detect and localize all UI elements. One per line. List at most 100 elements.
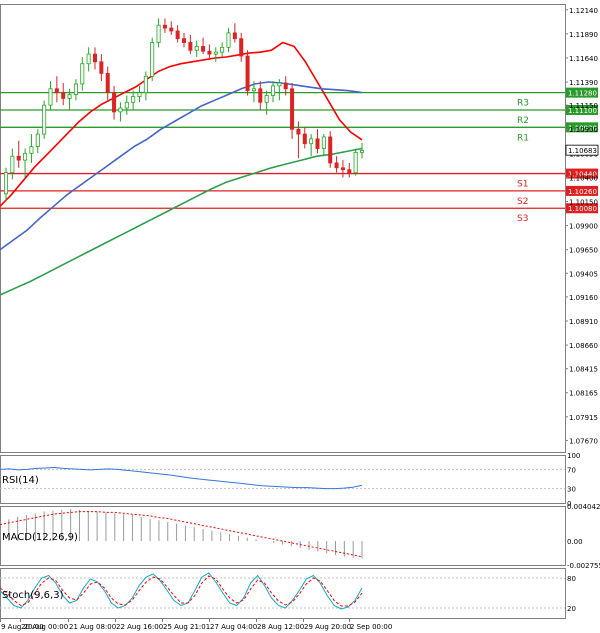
level-name-r1: R1 [517,133,529,143]
time-tick-label: 21 Aug 08:00 [69,623,116,631]
stoch-label: Stoch(9,6,3) [2,590,64,601]
price-tick-label: 1.09650 [569,247,598,255]
current-price-label: 1.10683 [568,147,597,155]
level-name-r2: R2 [517,116,529,126]
price-tick-label: 1.08660 [569,342,598,350]
candle-body [99,61,104,74]
candle-body [105,72,110,94]
candle-body [270,85,275,96]
candle-body [175,30,180,40]
level-name-s2: S2 [517,197,528,207]
price-tick-label: 1.11890 [569,31,598,39]
price-tick-label: 1.10400 [569,174,598,182]
level-name-s1: S1 [517,180,528,190]
candle-body [156,24,161,43]
candle-body [302,133,307,145]
candle-body [226,32,231,48]
price-tick-label: 1.09900 [569,223,598,231]
price-tick-label: 1.10900 [569,126,598,134]
candle-body [16,155,21,161]
price-tick-label: 1.08910 [569,318,598,326]
rsi-tick-label: 70 [567,466,576,474]
candle-body [86,53,91,65]
candle-body [220,46,225,53]
price-tick-label: 1.08415 [569,366,598,374]
candle-body [112,92,117,113]
candle-body [137,92,142,97]
candle-body [188,42,193,51]
candle-body [232,32,237,40]
candle-body [239,38,244,57]
price-tick-label: 1.12140 [569,7,598,15]
price-tick-label: 1.09160 [569,294,598,302]
rsi-tick-label: 30 [567,486,576,494]
level-price-label: 1.11280 [568,90,597,98]
candle-body [48,88,53,106]
rsi-label: RSI(14) [2,475,39,486]
candle-body [207,50,212,55]
candle-body [131,96,136,103]
candle-body [35,133,40,147]
candle-body [359,150,364,153]
candle-body [42,104,47,135]
candle-body [258,88,263,103]
time-tick-label: 28 Aug 12:00 [257,623,304,631]
macd-label: MACD(12,26,9) [2,532,78,543]
candle-body [251,88,256,92]
time-tick-label: 25 Aug 21:01 [163,623,210,631]
macd-tick-label: 0.00 [567,538,583,546]
chart-background [0,0,600,633]
candle-body [277,82,282,87]
macd-tick-label: -0.002755 [567,562,600,570]
time-tick-label: 22 Aug 16:00 [116,623,163,631]
level-name-r3: R3 [517,99,529,109]
price-tick-label: 1.09405 [569,270,598,278]
candle-body [264,95,269,103]
candle-body [124,101,129,109]
macd-tick-label: 0.004042 [567,503,600,511]
candle-body [54,88,59,94]
candle-body [290,88,295,130]
level-name-s3: S3 [517,214,528,224]
candle-body [245,55,250,92]
candle-body [169,27,174,32]
candle-body [150,42,155,77]
candle-body [10,155,15,174]
candle-body [328,136,333,164]
candle-body [283,82,288,90]
candle-body [93,53,98,63]
price-tick-label: 1.07915 [569,414,598,422]
candle-body [334,162,339,169]
candle-body [321,136,326,149]
price-tick-label: 1.08165 [569,390,598,398]
candle-body [181,38,186,43]
stoch-tick-label: 20 [567,605,576,613]
price-tick-label: 1.11640 [569,55,598,63]
forex-chart: R31.11280R21.11100R11.10920S11.10440S21.… [0,0,600,633]
candle-body [23,152,28,161]
candle-body [67,94,72,99]
candle-body [61,92,66,99]
rsi-tick-label: 100 [567,452,580,460]
candle-body [296,128,301,135]
candle-body [213,51,218,55]
candle-body [309,138,314,145]
price-tick-label: 1.10150 [569,199,598,207]
candle-body [315,138,320,149]
level-price-label: 1.10260 [568,188,597,196]
price-tick-label: 1.07670 [569,437,598,445]
candle-body [29,146,34,154]
candle-body [143,75,148,94]
candle-body [194,45,199,51]
time-tick-label: 27 Aug 04:00 [210,623,257,631]
candle-body [118,107,123,113]
stoch-tick-label: 80 [567,575,576,583]
time-tick-label: 29 Aug 20:00 [304,623,351,631]
candle-body [80,63,85,85]
time-tick-label: 2 Sep 00:00 [350,623,392,631]
candle-body [4,172,9,195]
price-tick-label: 1.11150 [569,102,598,110]
time-tick-label: 20 Aug 00:00 [21,623,68,631]
candle-body [340,167,345,171]
price-tick-label: 1.11390 [569,79,598,87]
